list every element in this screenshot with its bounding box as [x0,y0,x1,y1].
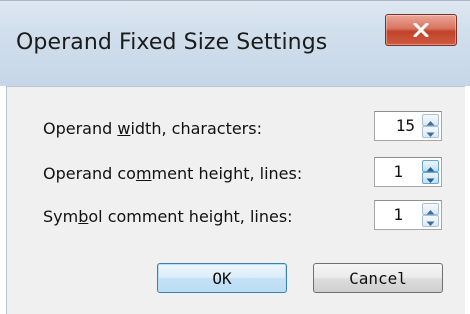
operand-comment-height-down-button[interactable] [422,172,439,184]
window-title: Operand Fixed Size Settings [16,30,328,55]
operand-width-spinbox[interactable]: 15 [374,111,442,141]
cancel-button[interactable]: Cancel [313,263,443,293]
dialog-window: Operand Fixed Size Settings Operand widt… [0,0,470,314]
symbol-comment-height-label: Symbol comment height, lines: [43,207,293,226]
arrow-down-icon [426,212,435,231]
ok-button[interactable]: OK [157,263,287,293]
operand-width-value[interactable]: 15 [381,116,415,135]
close-x-icon [413,23,429,37]
dialog-client-area: Operand width, characters: 15 Operand co… [6,86,465,314]
arrow-down-icon [426,169,435,188]
symbol-comment-height-value[interactable]: 1 [381,205,403,224]
operand-width-down-button[interactable] [422,126,439,138]
close-button[interactable] [385,14,457,46]
symbol-comment-height-down-button[interactable] [422,215,439,227]
operand-comment-height-spinbox[interactable]: 1 [374,157,442,187]
window-top-edge [0,0,470,1]
arrow-down-icon [426,123,435,142]
symbol-comment-height-spinbox[interactable]: 1 [374,200,442,230]
title-bar[interactable]: Operand Fixed Size Settings [0,0,470,86]
operand-comment-height-label: Operand comment height, lines: [43,164,303,183]
operand-width-label: Operand width, characters: [43,119,262,138]
operand-comment-height-value[interactable]: 1 [381,162,403,181]
